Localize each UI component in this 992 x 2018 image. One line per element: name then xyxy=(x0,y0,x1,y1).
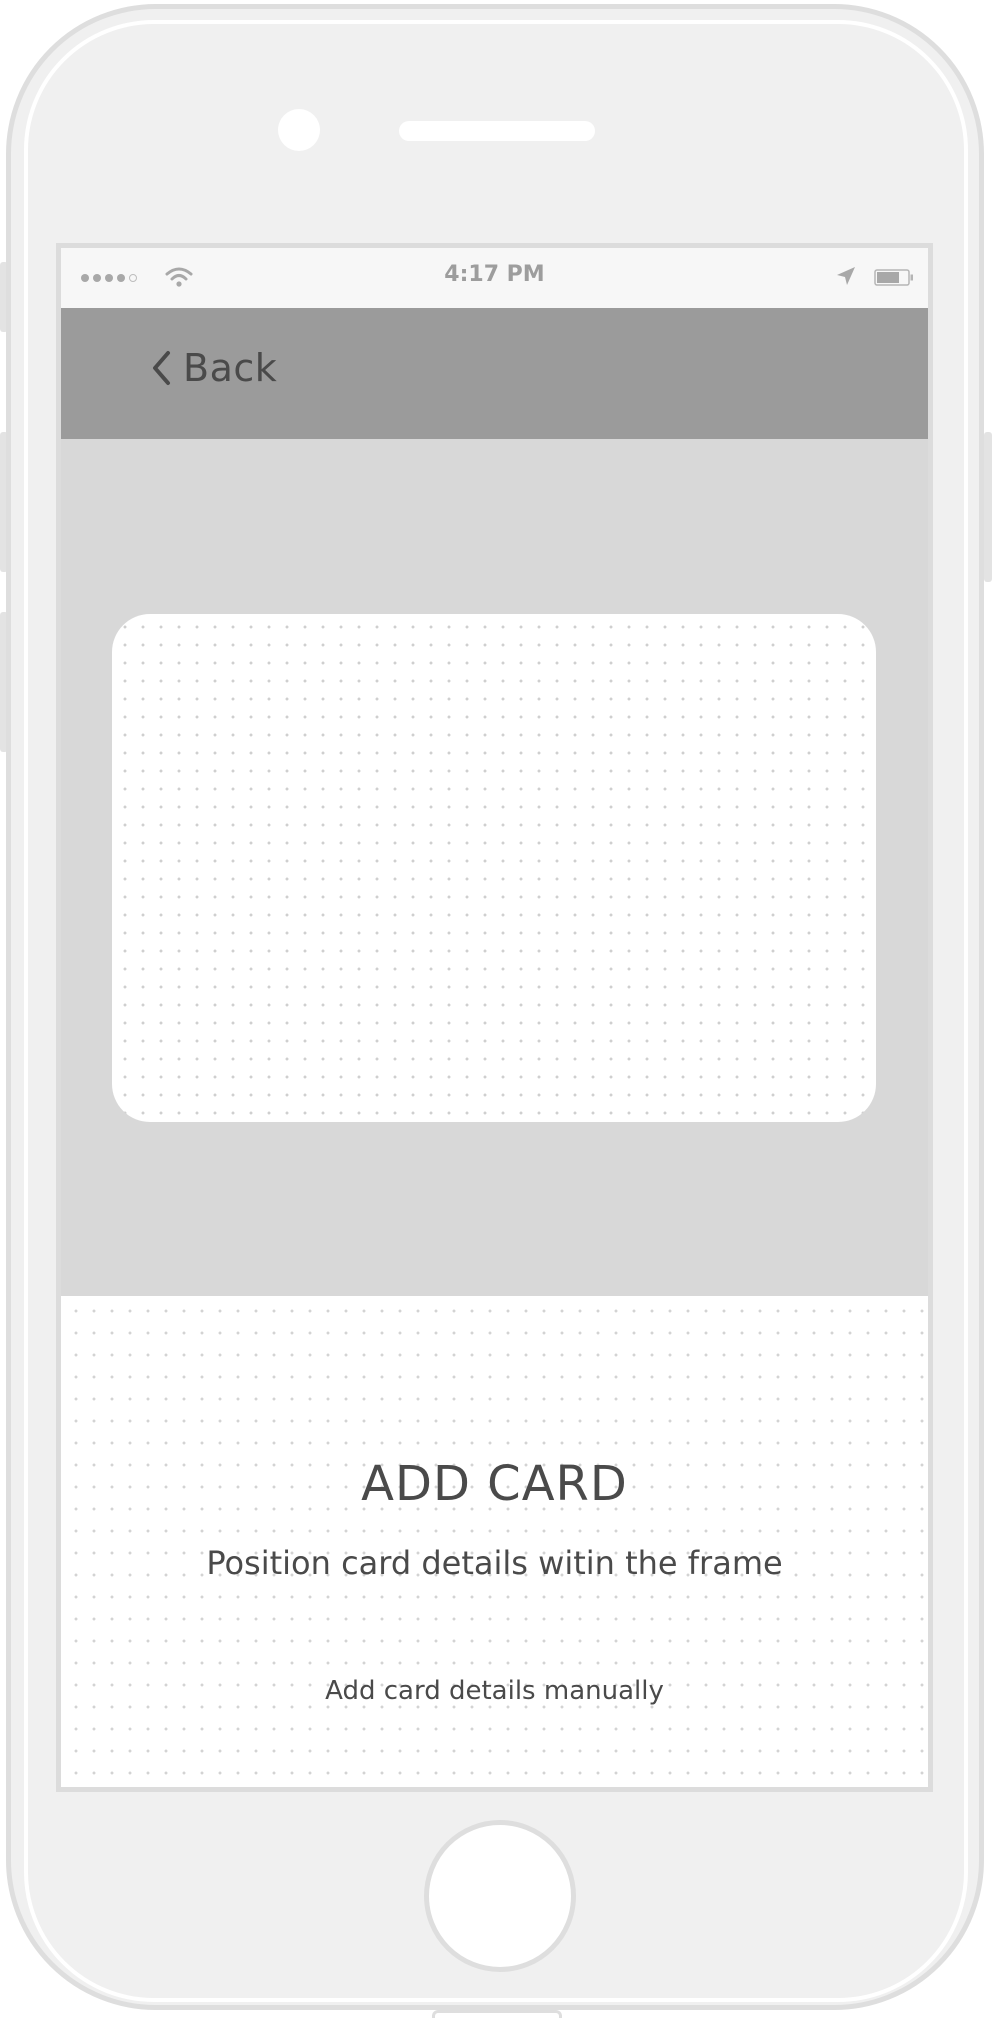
camera-viewfinder xyxy=(61,439,928,1296)
add-card-manually-link[interactable]: Add card details manually xyxy=(325,1676,664,1706)
page-title: ADD CARD xyxy=(361,1456,628,1512)
card-scan-frame xyxy=(112,614,876,1122)
device-mockup: 4:17 PM Back ADD CARD Position card deta… xyxy=(0,0,992,2018)
scan-instruction: Position card details witin the frame xyxy=(206,1544,783,1582)
navigation-bar: Back xyxy=(61,308,928,439)
status-time: 4:17 PM xyxy=(444,262,545,287)
phone-screen: 4:17 PM Back ADD CARD Position card deta… xyxy=(56,243,933,1792)
earpiece-speaker xyxy=(399,121,595,141)
chevron-left-icon xyxy=(153,351,170,385)
bottom-port xyxy=(432,2010,562,2018)
back-button[interactable]: Back xyxy=(151,346,277,390)
instructions-panel: ADD CARD Position card details witin the… xyxy=(61,1296,928,1787)
battery-icon xyxy=(874,269,913,286)
back-button-label: Back xyxy=(183,346,278,390)
front-camera xyxy=(278,109,320,151)
status-bar: 4:17 PM xyxy=(61,248,928,308)
power-button xyxy=(984,432,992,582)
home-button[interactable] xyxy=(424,1820,576,1972)
location-arrow-icon xyxy=(837,267,855,285)
